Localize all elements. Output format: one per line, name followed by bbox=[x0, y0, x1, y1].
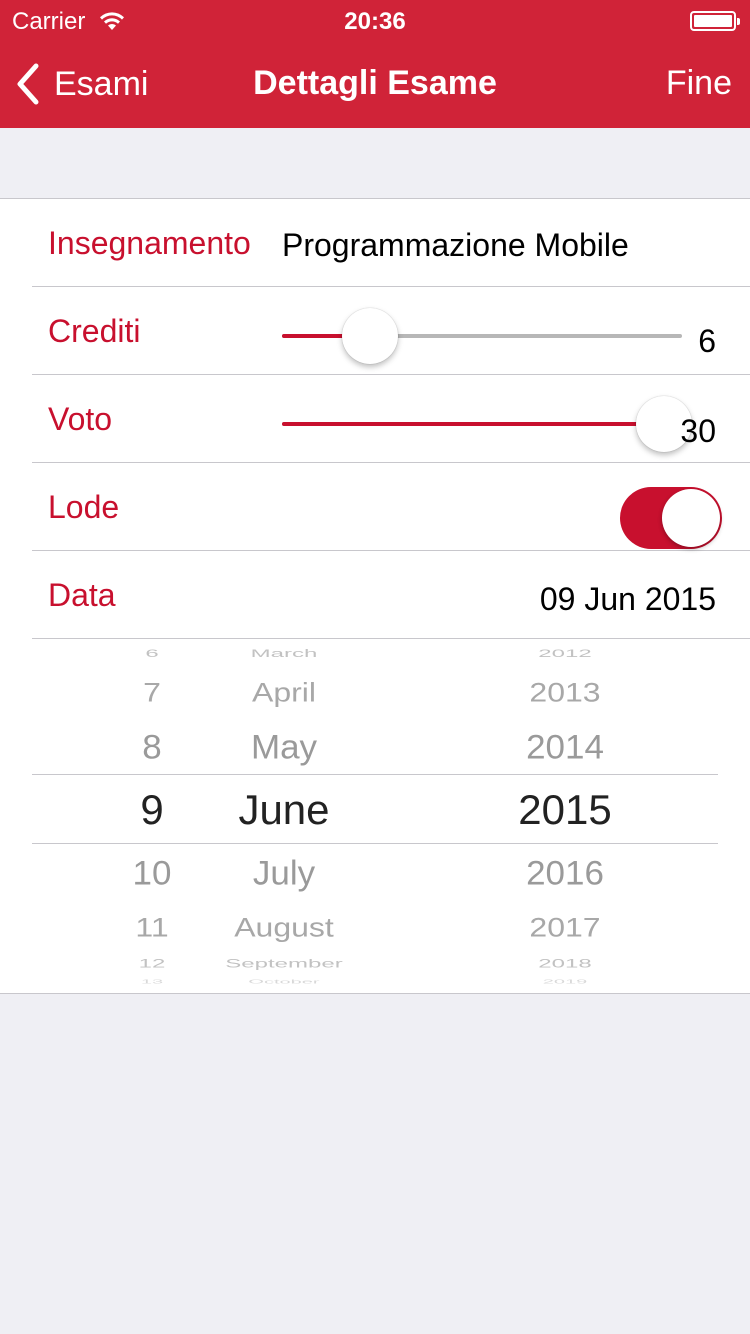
picker-month-option[interactable]: March bbox=[164, 648, 404, 660]
date-label: Data bbox=[48, 577, 116, 613]
credits-label: Crediti bbox=[48, 313, 141, 349]
back-button-label: Esami bbox=[54, 64, 149, 103]
credits-row: Crediti 6 bbox=[32, 287, 750, 375]
picker-month-option[interactable]: August bbox=[164, 913, 404, 940]
picker-selection-bottom-divider bbox=[32, 843, 718, 844]
date-row[interactable]: Data 09 Jun 2015 bbox=[32, 551, 750, 639]
credits-value: 6 bbox=[698, 323, 716, 359]
grade-slider-fill bbox=[282, 422, 664, 426]
grade-slider[interactable] bbox=[282, 396, 692, 452]
status-time: 20:36 bbox=[344, 8, 406, 35]
picker-year-option[interactable]: 2015 bbox=[445, 789, 685, 831]
battery-icon bbox=[690, 11, 740, 31]
grade-label: Voto bbox=[48, 401, 113, 437]
picker-year-option[interactable]: 2018 bbox=[445, 958, 685, 970]
picker-month-option[interactable]: May bbox=[164, 730, 404, 764]
credits-slider[interactable] bbox=[282, 308, 682, 364]
credits-slider-thumb[interactable] bbox=[342, 308, 398, 364]
picker-selection-top-divider bbox=[32, 774, 718, 775]
honors-row: Lode bbox=[32, 463, 750, 551]
subject-row[interactable]: Insegnamento Programmazione Mobile bbox=[32, 199, 750, 287]
picker-month-option[interactable]: September bbox=[164, 958, 404, 970]
subject-value[interactable]: Programmazione Mobile bbox=[282, 227, 629, 264]
exam-details-form: Insegnamento Programmazione Mobile Credi… bbox=[0, 198, 750, 994]
subject-label: Insegnamento bbox=[48, 225, 251, 261]
picker-year-option[interactable]: 2017 bbox=[445, 913, 685, 940]
date-value: 09 Jun 2015 bbox=[539, 581, 716, 617]
grade-value: 30 bbox=[680, 413, 716, 449]
picker-year-option[interactable]: 2019 bbox=[445, 980, 685, 985]
picker-year-option[interactable]: 2014 bbox=[445, 730, 685, 764]
picker-year-option[interactable]: 2012 bbox=[445, 648, 685, 660]
picker-month-option[interactable]: April bbox=[164, 678, 404, 705]
honors-toggle[interactable] bbox=[620, 487, 722, 549]
picker-year-option[interactable]: 2013 bbox=[445, 678, 685, 705]
navigation-bar: Carrier 20:36 Esami Dettagli Esame Fine bbox=[0, 0, 750, 128]
status-bar: Carrier 20:36 bbox=[0, 0, 750, 40]
picker-month-option[interactable]: June bbox=[164, 789, 404, 831]
back-button[interactable]: Esami bbox=[14, 60, 148, 108]
grade-row: Voto 30 bbox=[32, 375, 750, 463]
honors-label: Lode bbox=[48, 489, 120, 525]
chevron-left-icon bbox=[17, 63, 39, 105]
done-button[interactable]: Fine bbox=[666, 64, 732, 103]
picker-year-option[interactable]: 2016 bbox=[445, 856, 685, 890]
picker-month-option[interactable]: October bbox=[164, 980, 404, 985]
date-picker[interactable]: 6 7 8 9 10 11 12 13 March April May June July August S… bbox=[0, 637, 750, 993]
honors-toggle-knob bbox=[662, 489, 720, 547]
picker-month-option[interactable]: July bbox=[164, 856, 404, 890]
